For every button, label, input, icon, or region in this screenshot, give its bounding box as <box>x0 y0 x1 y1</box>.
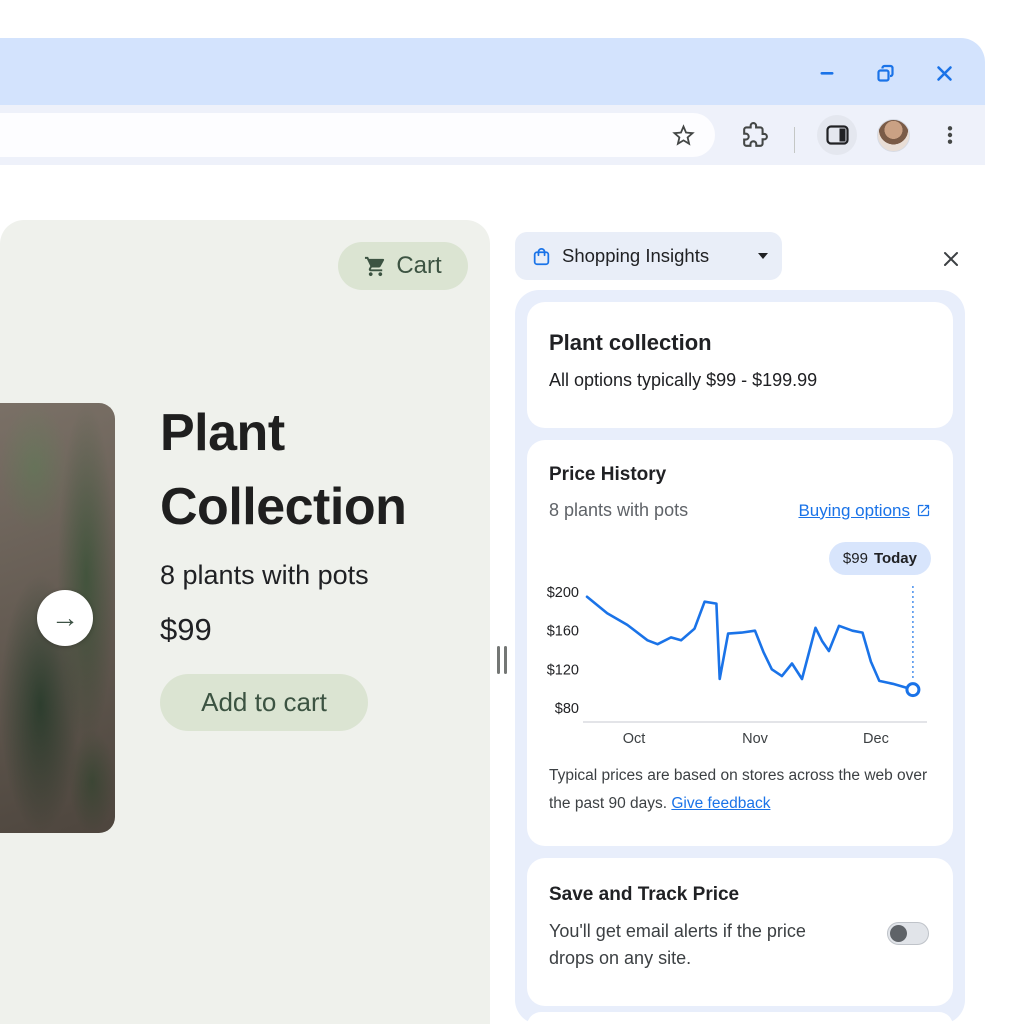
side-panel-button[interactable] <box>817 115 857 155</box>
cart-button-label: Cart <box>396 252 442 279</box>
toolbar-separator <box>794 127 795 153</box>
caption-line2: the past 90 days. <box>549 794 668 812</box>
svg-text:$80: $80 <box>555 701 579 717</box>
puzzle-icon <box>743 122 768 147</box>
track-price-body: You'll get email alerts if the price dro… <box>549 918 849 972</box>
close-icon <box>936 65 952 81</box>
minimize-button[interactable] <box>810 56 844 90</box>
side-panel-icon <box>825 124 849 145</box>
track-body-line2: drops on any site. <box>549 948 692 968</box>
product-page: Cart → Plant Collection 8 plants with po… <box>0 220 490 1024</box>
panel-title: Shopping Insights <box>562 245 710 266</box>
arrow-right-icon: → <box>51 602 79 633</box>
shopping-insights-dropdown[interactable]: Shopping Insights <box>515 232 782 280</box>
give-feedback-link[interactable]: Give feedback <box>671 795 770 812</box>
product-price: $99 <box>160 612 212 647</box>
add-to-cart-label: Add to cart <box>201 687 327 717</box>
svg-text:$200: $200 <box>547 585 579 601</box>
restore-icon <box>876 64 894 82</box>
summary-title: Plant collection <box>549 330 712 355</box>
summary-card: Plant collection All options typically $… <box>527 302 953 428</box>
profile-avatar <box>876 118 910 152</box>
star-icon <box>671 123 695 146</box>
badge-label: Today <box>873 550 917 567</box>
summary-subtitle: All options typically $99 - $199.99 <box>549 370 818 390</box>
svg-text:Nov: Nov <box>742 731 769 747</box>
shopping-insights-panel: Plant collection All options typically $… <box>515 290 965 1024</box>
shopping-bag-icon <box>533 247 550 265</box>
close-window-button[interactable] <box>927 56 961 90</box>
product-title: Plant Collection <box>160 396 407 544</box>
chart-container: $200 $160 $120 $80 Oct Nov Dec <box>535 580 939 752</box>
svg-text:Oct: Oct <box>623 731 646 747</box>
panel-resize-handle[interactable] <box>497 646 507 674</box>
track-price-title: Save and Track Price <box>549 884 740 905</box>
extensions-button[interactable] <box>735 115 775 155</box>
product-title-line1: Plant <box>160 404 285 462</box>
current-price-badge: $99 Today <box>828 542 931 575</box>
price-history-chart: $200 $160 $120 $80 Oct Nov Dec <box>547 585 927 747</box>
external-link-icon <box>917 504 930 517</box>
buying-options-link[interactable]: Buying options <box>798 501 910 521</box>
svg-text:$160: $160 <box>547 624 579 640</box>
screenshot-root: Cart → Plant Collection 8 plants with po… <box>0 0 1024 1024</box>
caption-line1: Typical prices are based on stores acros… <box>549 767 928 784</box>
product-title-line2: Collection <box>160 478 407 536</box>
restore-button[interactable] <box>868 56 902 90</box>
badge-price: $99 <box>842 550 868 567</box>
panel-close-button[interactable] <box>935 243 967 275</box>
profile-button[interactable] <box>873 115 913 155</box>
cart-button[interactable]: Cart <box>338 242 468 290</box>
chart-caption: Typical prices are based on stores acros… <box>549 762 943 817</box>
svg-text:Dec: Dec <box>863 731 889 747</box>
kebab-menu-icon <box>947 126 953 144</box>
browser-menu-button[interactable] <box>930 115 970 155</box>
track-body-line1: You'll get email alerts if the price <box>549 921 806 941</box>
browser-toolbar <box>0 105 985 165</box>
toggle-knob <box>890 925 907 942</box>
bookmark-button[interactable] <box>663 115 703 155</box>
window-titlebar <box>0 38 985 105</box>
price-track-toggle[interactable] <box>887 922 929 945</box>
next-card-edge <box>527 1012 953 1024</box>
price-history-card: Price History 8 plants with pots Buying … <box>527 440 953 846</box>
chevron-down-icon <box>758 253 768 259</box>
svg-text:$120: $120 <box>547 662 579 678</box>
address-bar[interactable] <box>0 113 715 157</box>
price-history-subrow: 8 plants with pots Buying options <box>549 500 931 521</box>
next-image-button[interactable]: → <box>37 590 93 646</box>
price-history-subtitle: 8 plants with pots <box>549 500 689 520</box>
cart-icon <box>365 256 385 276</box>
track-price-card: Save and Track Price You'll get email al… <box>527 858 953 1006</box>
product-subtitle: 8 plants with pots <box>160 560 369 590</box>
close-icon <box>944 252 958 266</box>
add-to-cart-button[interactable]: Add to cart <box>160 674 368 731</box>
price-history-title: Price History <box>549 464 667 485</box>
minimize-icon <box>820 72 834 75</box>
